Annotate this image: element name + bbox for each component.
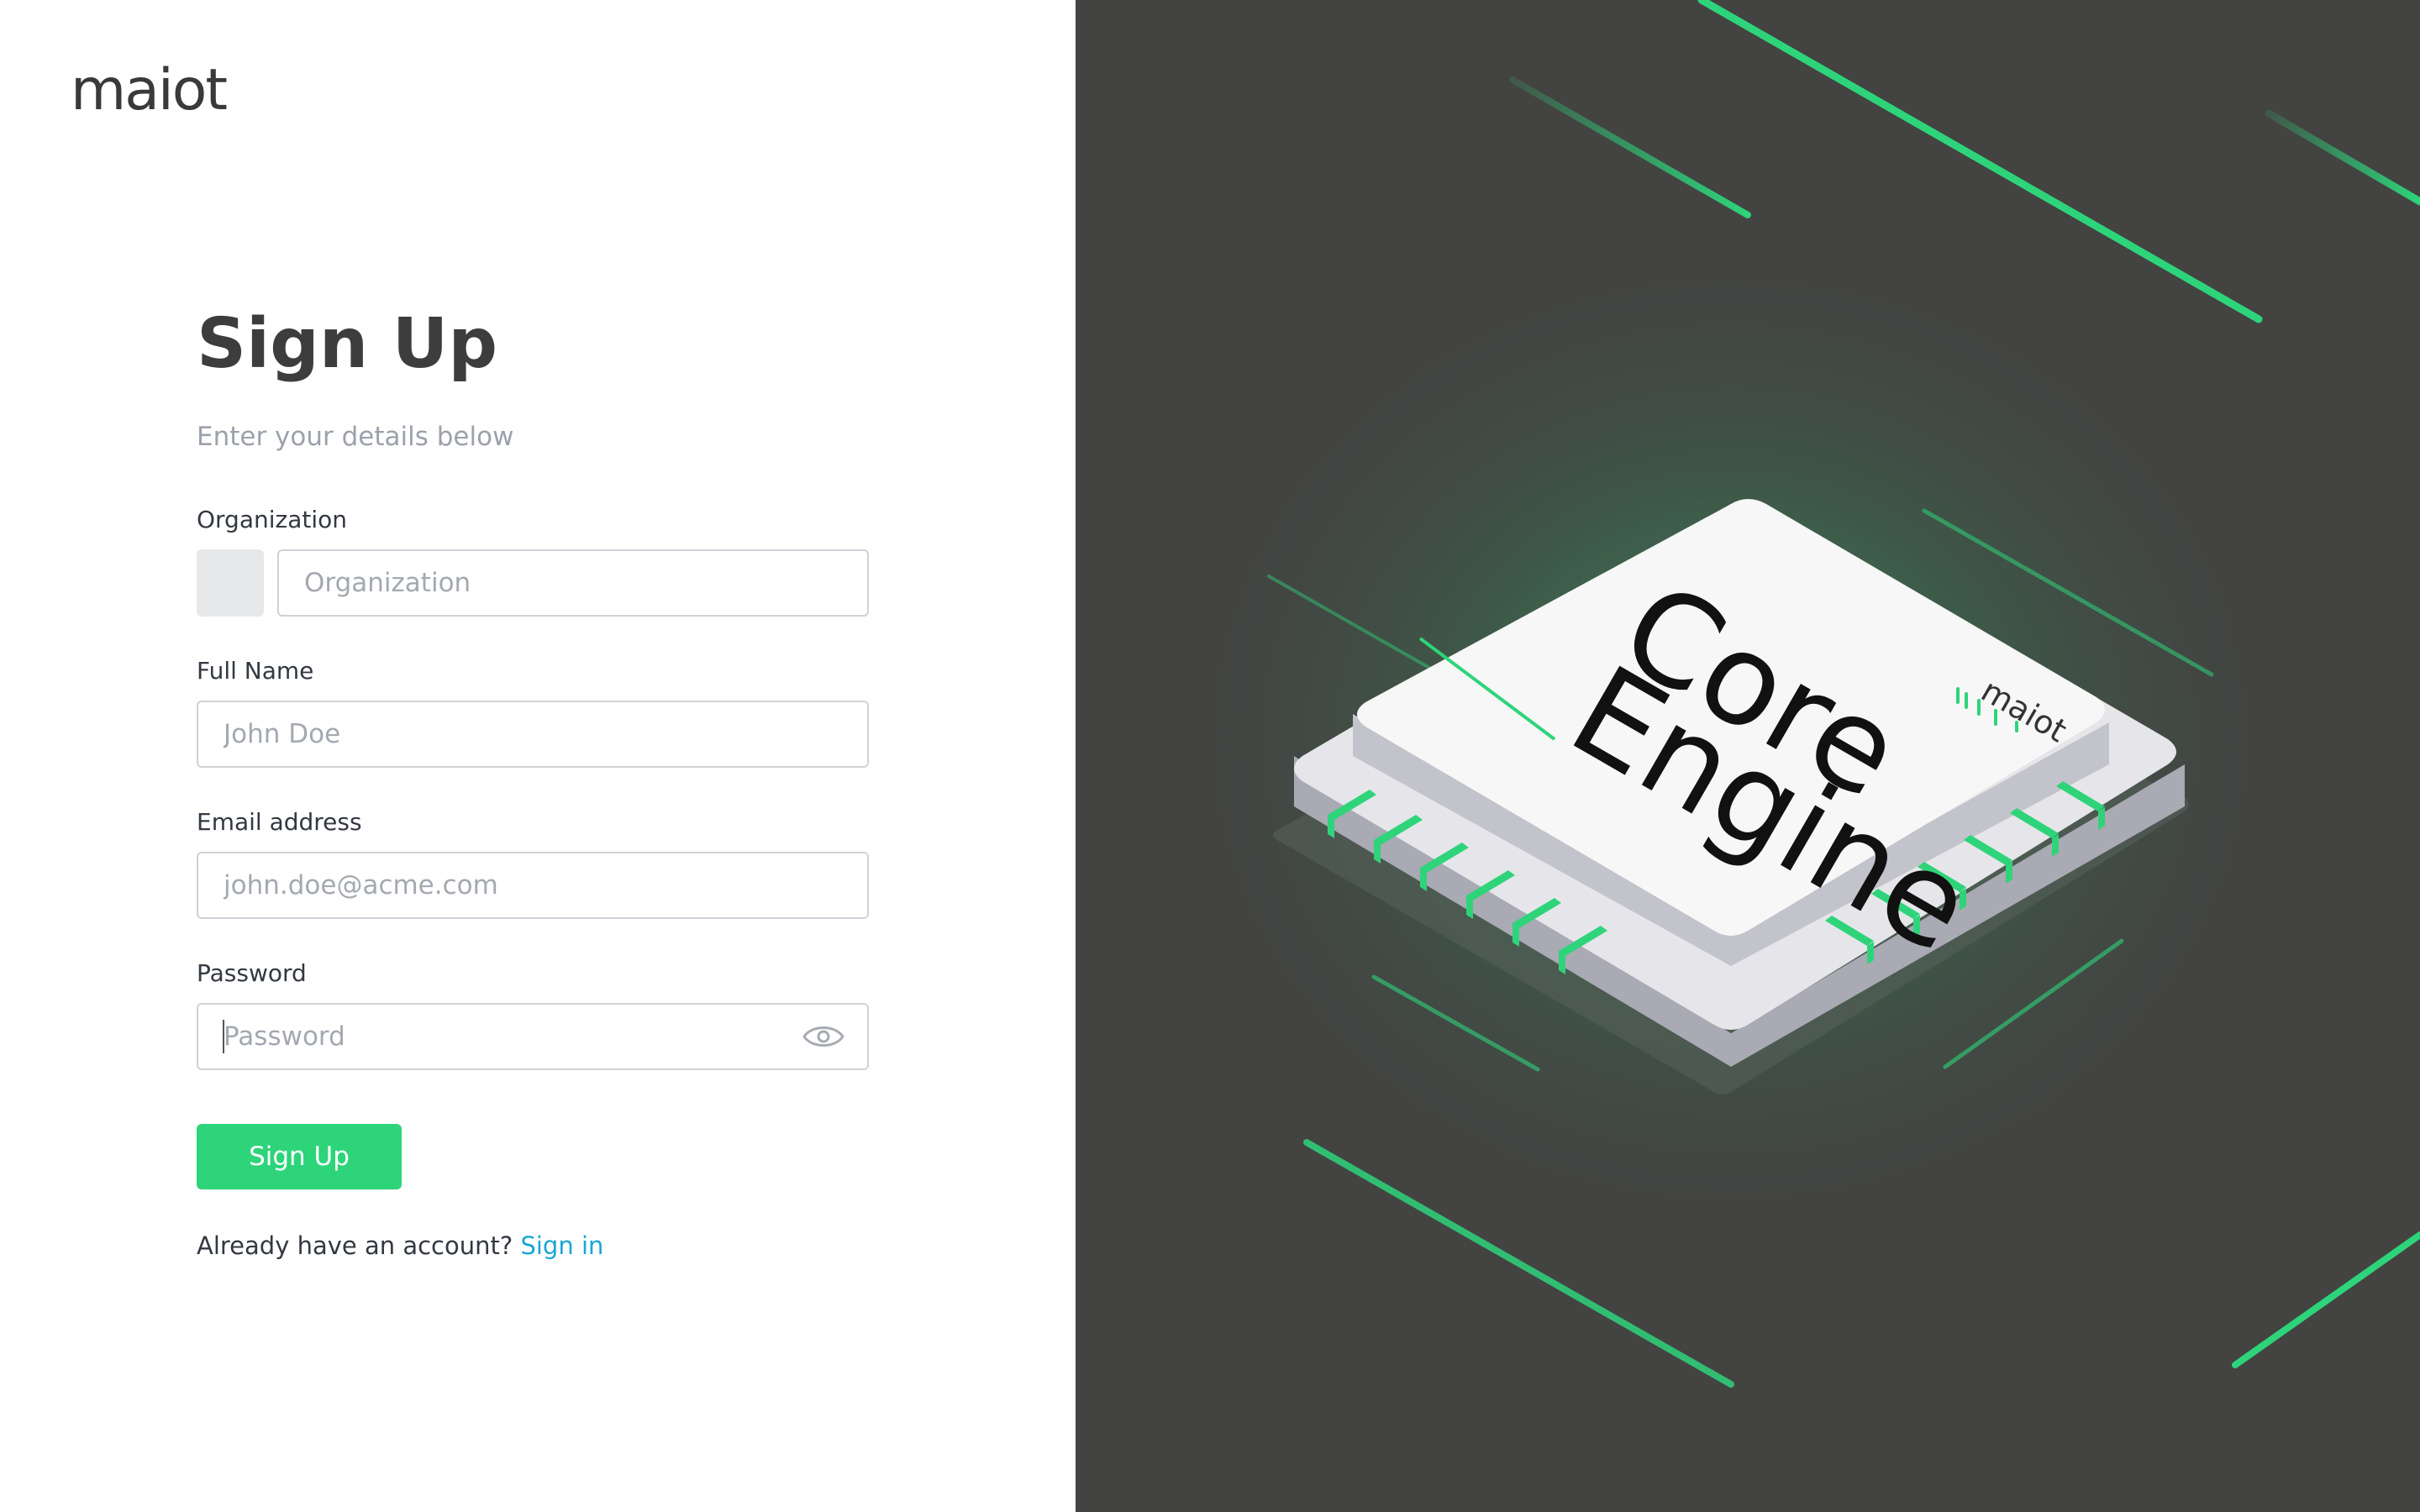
streak xyxy=(2232,1231,2420,1368)
signup-form: Sign Up Enter your details below Organiz… xyxy=(197,302,869,1260)
signin-prompt-text: Already have an account? xyxy=(197,1231,513,1260)
sign-in-link[interactable]: Sign in xyxy=(520,1231,603,1260)
streak xyxy=(1509,76,1751,218)
page-subtitle: Enter your details below xyxy=(197,422,514,452)
email-label: Email address xyxy=(197,808,362,836)
password-row xyxy=(197,1003,869,1070)
password-input[interactable] xyxy=(197,1003,869,1070)
eye-icon[interactable] xyxy=(802,1020,845,1053)
organization-label: Organization xyxy=(197,506,348,533)
email-row xyxy=(197,852,869,919)
illustration-panel: Core Engine maiot xyxy=(1076,0,2420,1512)
password-label: Password xyxy=(197,959,307,987)
sign-up-button[interactable]: Sign Up xyxy=(197,1124,402,1189)
password-field xyxy=(197,1003,869,1070)
organization-row xyxy=(197,549,869,617)
full-name-label: Full Name xyxy=(197,657,314,685)
streak xyxy=(2265,109,2420,206)
signin-prompt: Already have an account? Sign in xyxy=(197,1231,869,1260)
full-name-input[interactable] xyxy=(197,701,869,768)
core-engine-illustration: Core Engine maiot xyxy=(1126,0,2420,1388)
text-caret xyxy=(223,1020,224,1053)
organization-logo-placeholder[interactable] xyxy=(197,549,264,617)
email-input[interactable] xyxy=(197,852,869,919)
page-title: Sign Up xyxy=(197,304,498,384)
full-name-row xyxy=(197,701,869,768)
organization-input[interactable] xyxy=(277,549,869,617)
signup-panel: maiot Sign Up Enter your details below O… xyxy=(0,0,1076,1512)
signup-page: maiot Sign Up Enter your details below O… xyxy=(0,0,2420,1512)
brand-logo[interactable]: maiot xyxy=(71,62,228,119)
